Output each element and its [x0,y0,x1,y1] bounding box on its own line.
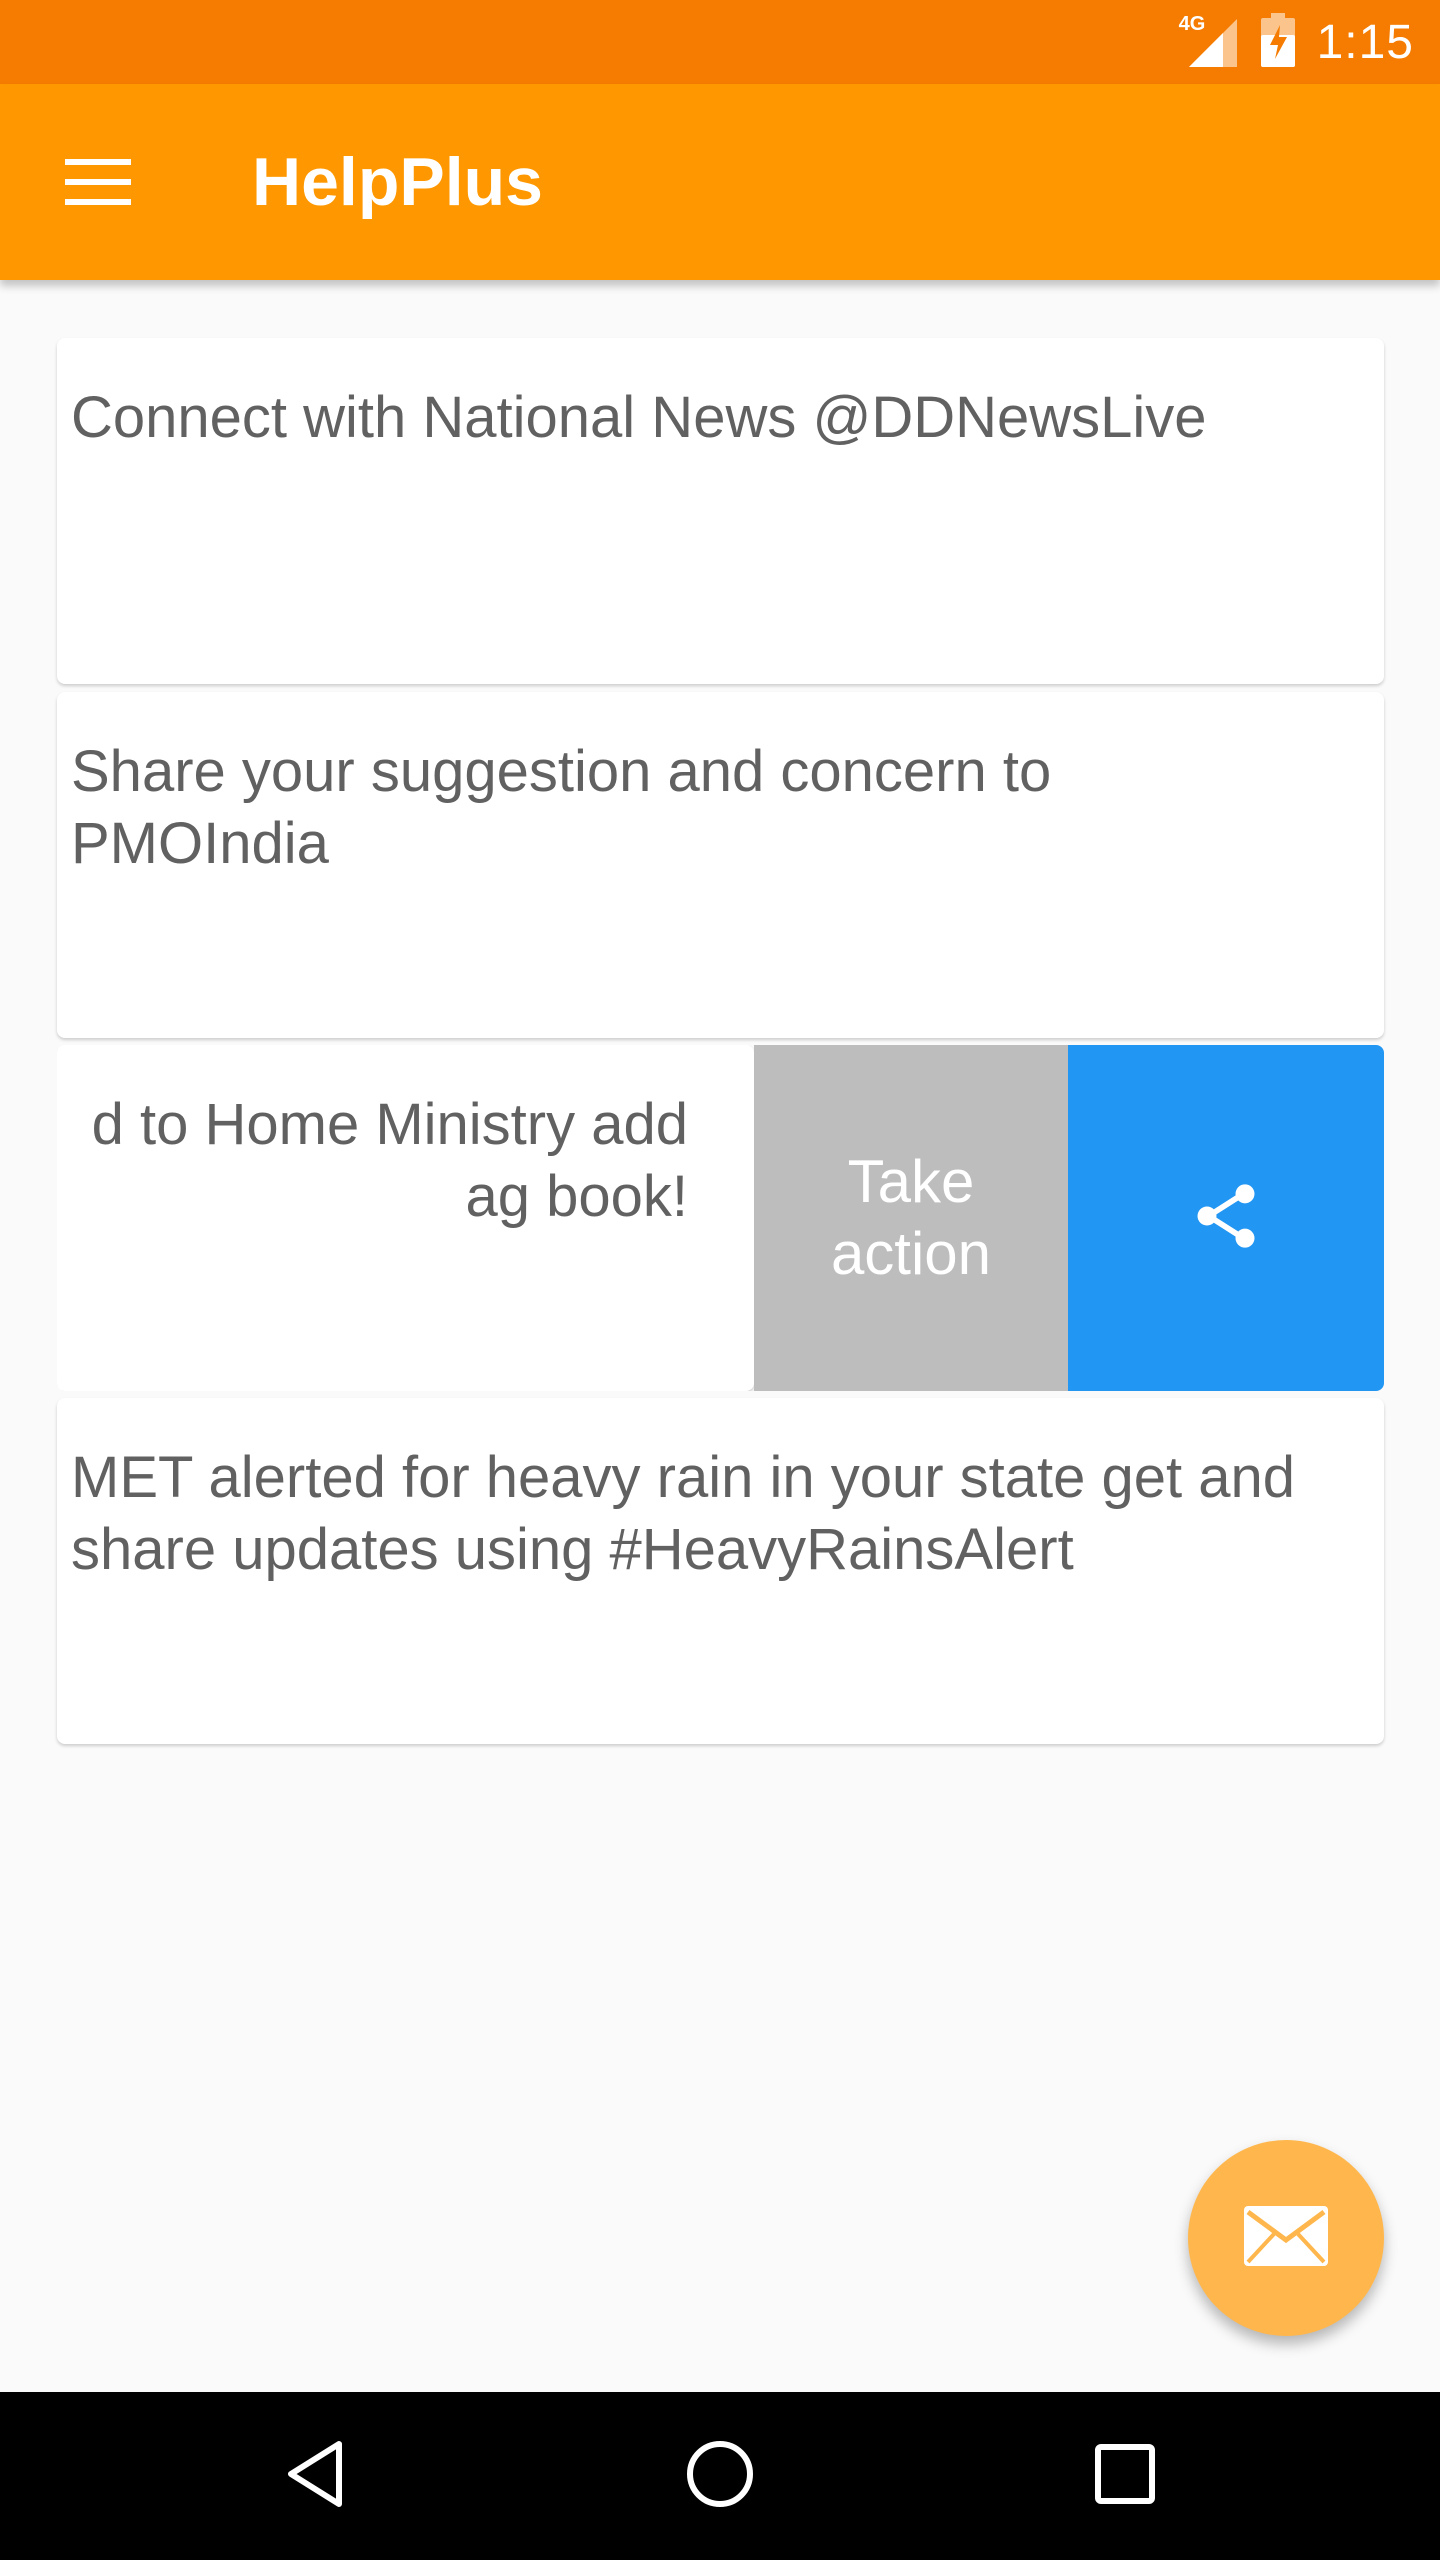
feed-card-swiped[interactable]: d to Home Ministry add ag book! Take act… [57,1045,1384,1391]
take-action-label-line: action [830,1220,992,1287]
take-action-label-line: Take [847,1148,975,1215]
card-text: MET alerted for heavy rain in your state… [71,1445,1296,1582]
battery-charging-icon [1260,12,1295,72]
take-action-button[interactable]: Take action [754,1045,1068,1391]
home-icon [686,2440,754,2513]
system-nav-bar [0,2392,1440,2560]
mail-icon [1242,2204,1330,2273]
status-icons: 4G 1:15 [1179,0,1414,84]
compose-mail-button[interactable] [1188,2140,1384,2336]
card-text: Connect with National News @DDNewsLive [71,385,1207,450]
home-button[interactable] [660,2416,780,2536]
signal-icon: 4G [1178,13,1239,69]
share-icon [1188,1178,1264,1259]
network-type: 4G [1178,13,1206,35]
back-icon [285,2440,345,2513]
app-title: HelpPlus [252,144,543,220]
feed-card[interactable]: Connect with National News @DDNewsLive [57,338,1384,684]
back-button[interactable] [255,2416,375,2536]
app-bar: HelpPlus [0,84,1440,280]
menu-icon[interactable] [46,142,150,222]
recents-icon [1095,2443,1155,2509]
share-button[interactable] [1068,1045,1384,1391]
feed-card[interactable]: MET alerted for heavy rain in your state… [57,1398,1384,1744]
feed-card[interactable]: Share your suggestion and concern to PMO… [57,692,1384,1038]
card-text-line: ag book! [465,1164,688,1229]
swiped-card-content[interactable]: d to Home Ministry add ag book! [57,1045,754,1391]
card-text: Share your suggestion and concern to PMO… [71,739,1052,876]
recents-button[interactable] [1065,2416,1185,2536]
card-text-line: d to Home Ministry add [91,1092,688,1157]
status-bar: 4G 1:15 [0,0,1440,84]
clock: 1:15 [1316,15,1414,69]
card-text: d to Home Ministry add ag book! [57,1089,688,1233]
